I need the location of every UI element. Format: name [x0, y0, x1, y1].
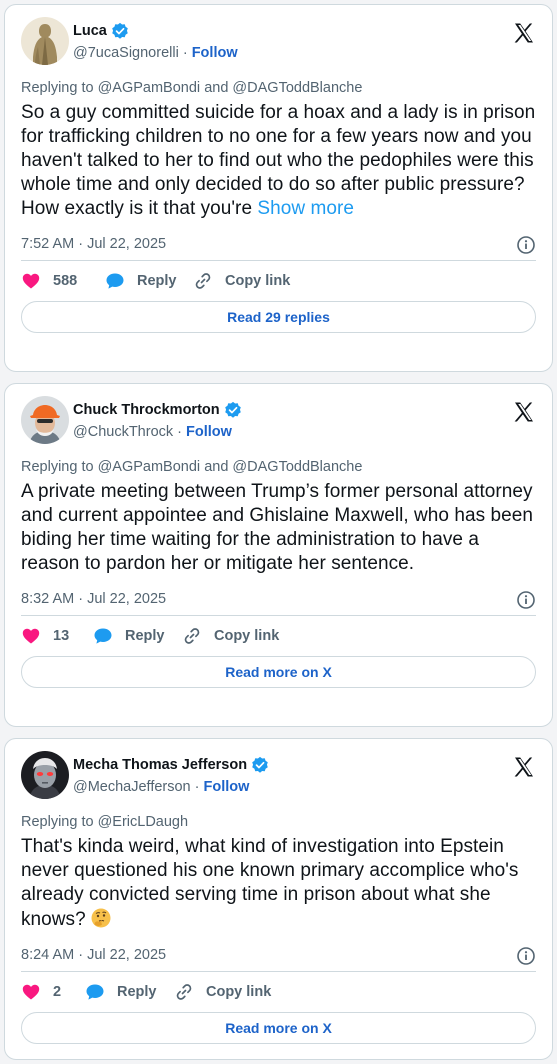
author-name-line: Mecha Thomas Jefferson [73, 756, 269, 774]
tweet-card: Chuck Throckmorton @ChuckThrock · Follow… [4, 383, 553, 727]
like-button[interactable]: 2 [21, 982, 85, 1002]
tweet-card: Luca @7ucaSignorelli · Follow Replying t… [4, 4, 553, 372]
author-handle[interactable]: @ChuckThrock [73, 424, 173, 440]
show-more-link[interactable]: Show more [257, 198, 354, 219]
reply-button[interactable]: Reply [105, 271, 193, 291]
follow-button[interactable]: Follow [204, 779, 250, 795]
timestamp[interactable]: 8:24 AM · Jul 22, 2025 [21, 947, 166, 963]
author-handle[interactable]: @7ucaSignorelli [73, 45, 179, 61]
copy-link-button[interactable]: Copy link [193, 271, 290, 291]
author-handle-line: @MechaJefferson · Follow [73, 779, 249, 795]
timestamp-row: 8:32 AM · Jul 22, 2025 [21, 582, 536, 616]
info-icon[interactable] [516, 590, 536, 610]
read-more-button[interactable]: Read more on X [21, 656, 536, 688]
reply-bubble-icon [105, 271, 125, 291]
replied-user[interactable]: @DAGToddBlanche [232, 80, 362, 96]
reply-bubble-icon [93, 626, 113, 646]
author-name-line: Luca [73, 22, 129, 40]
reply-label: Reply [117, 984, 157, 1000]
timestamp-row: 7:52 AM · Jul 22, 2025 [21, 227, 536, 261]
verified-badge-icon [251, 756, 269, 774]
separator-dot: · [194, 779, 204, 795]
like-count: 588 [53, 273, 78, 289]
read-more-button[interactable]: Read more on X [21, 1012, 536, 1044]
tweet-text: That's kinda weird, what kind of investi… [21, 835, 536, 932]
copy-link-label: Copy link [214, 628, 280, 644]
x-logo-icon[interactable] [512, 21, 536, 45]
reply-label: Reply [125, 628, 165, 644]
author-name[interactable]: Mecha Thomas Jefferson [73, 757, 247, 773]
replying-to-label: Replying to [21, 80, 94, 96]
author-handle-line: @ChuckThrock · Follow [73, 424, 232, 440]
x-logo-icon[interactable] [512, 755, 536, 779]
replying-to-line: Replying to @AGPamBondi and @DAGToddBlan… [21, 458, 536, 476]
action-bar: 13 Reply Copy link [21, 616, 536, 656]
reply-button[interactable]: Reply [93, 626, 182, 646]
replied-user[interactable]: @AGPamBondi [98, 459, 201, 475]
author-handle[interactable]: @MechaJefferson [73, 779, 191, 795]
timestamp[interactable]: 8:32 AM · Jul 22, 2025 [21, 591, 166, 607]
author-handle-line: @7ucaSignorelli · Follow [73, 45, 238, 61]
heart-icon [21, 626, 41, 646]
action-bar: 588 Reply Copy link [21, 261, 536, 301]
timestamp-row: 8:24 AM · Jul 22, 2025 [21, 938, 536, 972]
copy-link-button[interactable]: Copy link [174, 982, 271, 1002]
verified-badge-icon [111, 22, 129, 40]
avatar[interactable] [21, 751, 69, 799]
author-name[interactable]: Chuck Throckmorton [73, 402, 220, 418]
read-more-label: Read more on X [225, 1020, 332, 1036]
like-count: 2 [53, 984, 62, 1000]
verified-badge-icon [224, 401, 242, 419]
tweet-text-content: A private meeting between Trump’s former… [21, 481, 533, 574]
info-icon[interactable] [516, 235, 536, 255]
action-bar: 2 Reply Copy link [21, 972, 536, 1012]
read-more-label: Read more on X [225, 664, 332, 680]
like-button[interactable]: 588 [21, 271, 105, 291]
timestamp[interactable]: 7:52 AM · Jul 22, 2025 [21, 236, 166, 252]
tweet-card: Mecha Thomas Jefferson @MechaJefferson ·… [4, 738, 553, 1060]
replying-to-line: Replying to @AGPamBondi and @DAGToddBlan… [21, 79, 536, 97]
replying-to-label: Replying to [21, 459, 94, 475]
info-icon[interactable] [516, 946, 536, 966]
reply-label: Reply [137, 273, 177, 289]
x-logo-icon[interactable] [512, 400, 536, 424]
replying-to-conjunction: and [204, 459, 229, 475]
replying-to-label: Replying to [21, 814, 94, 830]
separator-dot: · [182, 45, 192, 61]
reply-button[interactable]: Reply [85, 982, 174, 1002]
link-icon [182, 626, 202, 646]
read-replies-label: Read 29 replies [227, 309, 330, 325]
avatar[interactable] [21, 396, 69, 444]
replied-user[interactable]: @AGPamBondi [98, 80, 201, 96]
tweet-text: A private meeting between Trump’s former… [21, 480, 536, 576]
heart-icon [21, 982, 41, 1002]
link-icon [174, 982, 194, 1002]
replying-to-conjunction: and [204, 80, 229, 96]
reply-bubble-icon [85, 982, 105, 1002]
tweet-text: So a guy committed suicide for a hoax an… [21, 101, 536, 221]
copy-link-button[interactable]: Copy link [182, 626, 279, 646]
copy-link-label: Copy link [225, 273, 291, 289]
thinking-face-icon [90, 907, 112, 929]
like-button[interactable]: 13 [21, 626, 93, 646]
heart-icon [21, 271, 41, 291]
replying-to-line: Replying to @EricLDaugh [21, 813, 536, 831]
follow-button[interactable]: Follow [186, 424, 232, 440]
avatar[interactable] [21, 17, 69, 65]
author-name-line: Chuck Throckmorton [73, 401, 242, 419]
link-icon [193, 271, 213, 291]
separator-dot: · [177, 424, 187, 440]
replied-user[interactable]: @DAGToddBlanche [232, 459, 362, 475]
copy-link-label: Copy link [206, 984, 272, 1000]
read-replies-button[interactable]: Read 29 replies [21, 301, 536, 333]
like-count: 13 [53, 628, 70, 644]
replied-user[interactable]: @EricLDaugh [98, 814, 188, 830]
author-name[interactable]: Luca [73, 23, 107, 39]
follow-button[interactable]: Follow [192, 45, 238, 61]
